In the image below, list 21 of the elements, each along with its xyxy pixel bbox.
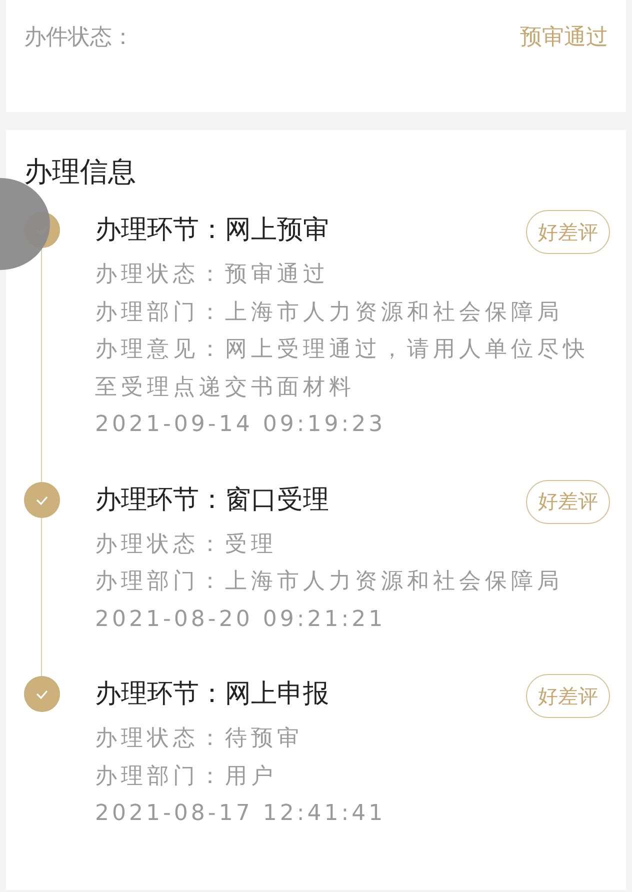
rate-button[interactable]: 好差评	[526, 210, 610, 254]
rate-button[interactable]: 好差评	[526, 674, 610, 718]
status-label: 办件状态：	[24, 24, 134, 52]
detail-text: 办理状态：预审通过	[95, 261, 330, 289]
detail-text: 办理部门：上海市人力资源和社会保障局	[95, 298, 564, 326]
detail-text: 办理部门：用户	[95, 762, 278, 790]
check-icon	[24, 482, 60, 518]
timestamp: 2021-08-20 09:21:21	[95, 606, 387, 634]
status-value: 预审通过	[520, 24, 608, 52]
detail-text: 办理部门：上海市人力资源和社会保障局	[95, 568, 564, 596]
detail-text: 办理意见：网上受理通过，请用人单位尽快至受理点递交书面材料	[95, 336, 590, 402]
check-icon	[24, 676, 60, 712]
timestamp: 2021-09-14 09:19:23	[95, 411, 387, 439]
step-title: 办理环节：窗口受理	[95, 484, 329, 516]
section-title: 办理信息	[24, 154, 137, 190]
rate-button[interactable]: 好差评	[526, 480, 610, 524]
step-title: 办理环节：网上预审	[95, 214, 329, 247]
detail-text: 办理状态：受理	[95, 530, 278, 558]
timestamp: 2021-08-17 12:41:41	[95, 800, 387, 828]
step-title: 办理环节：网上申报	[95, 678, 329, 711]
detail-text: 办理状态：待预审	[95, 725, 304, 753]
